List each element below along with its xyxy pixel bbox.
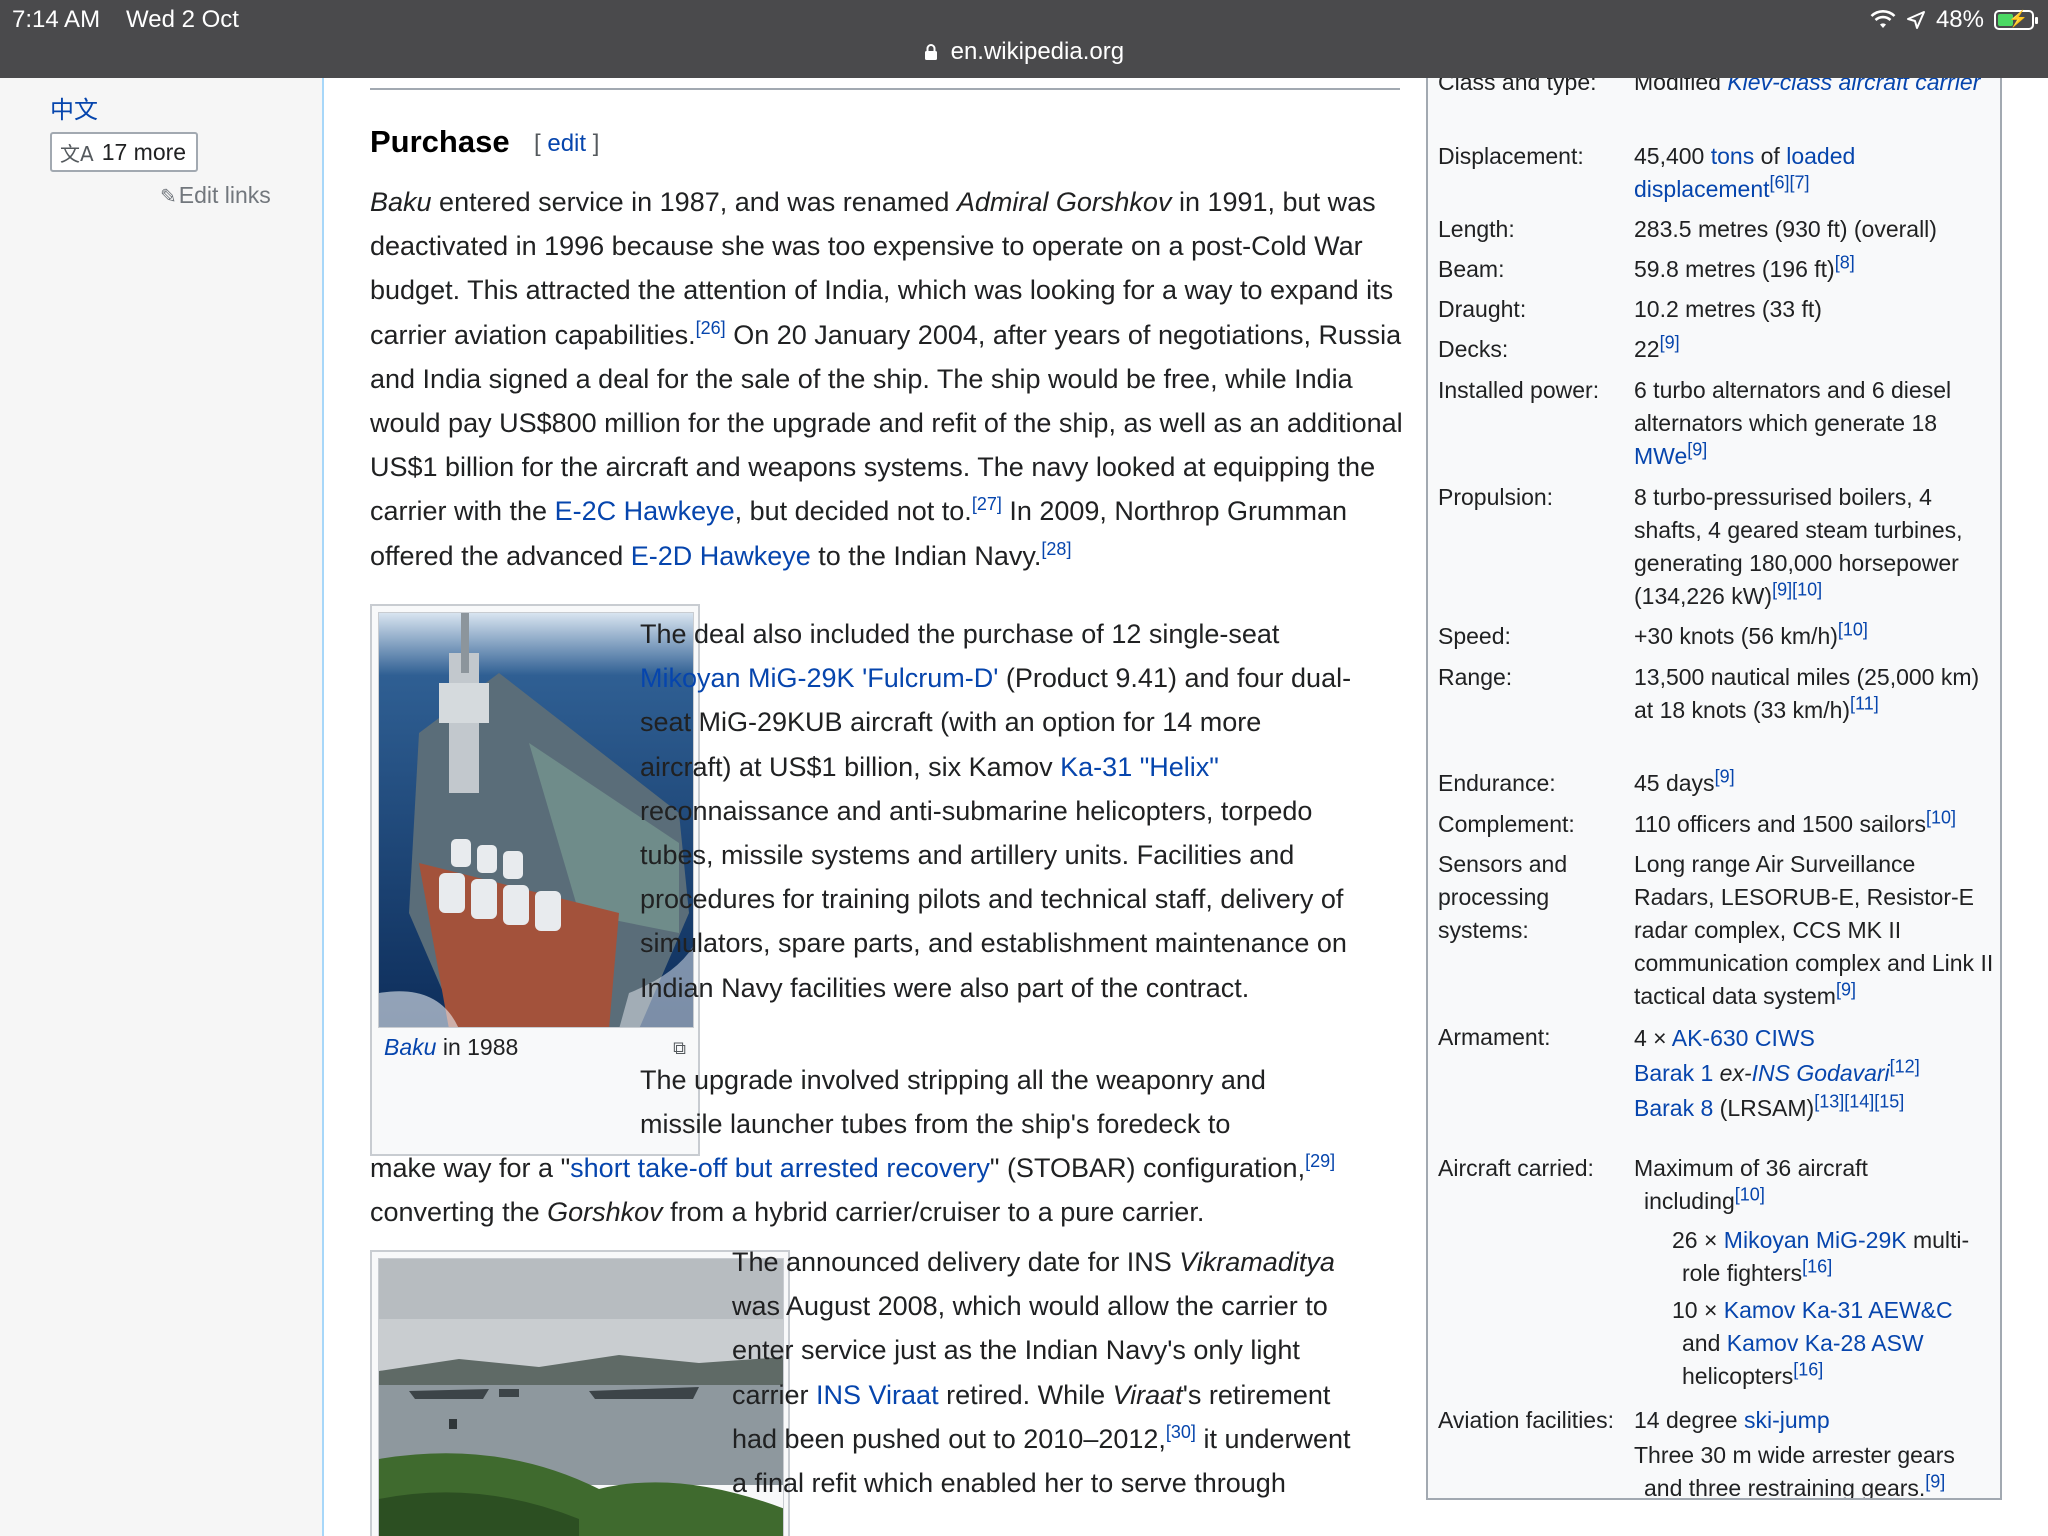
article-content: Purchase [ edit ] Baku entered service i… (326, 78, 1426, 1536)
link-ka-31[interactable]: Ka-31 "Helix" (1060, 752, 1219, 782)
citation-9-10[interactable]: [9][10] (1772, 579, 1822, 599)
link-ka-28-asw[interactable]: Kamov Ka-28 ASW (1727, 1330, 1924, 1356)
citation-12[interactable]: [12] (1890, 1056, 1920, 1076)
citation-9[interactable]: [9] (1687, 439, 1707, 459)
link-ak-630[interactable]: AK-630 CIWS (1672, 1025, 1815, 1051)
citation-9[interactable]: [9] (1660, 332, 1680, 352)
citation-26[interactable]: [26] (696, 318, 726, 338)
lock-icon (924, 44, 937, 60)
section-heading: Purchase (370, 124, 510, 159)
citation-16[interactable]: [16] (1802, 1256, 1832, 1276)
section-divider (370, 88, 1400, 90)
link-ka-31-aewc[interactable]: Kamov Ka-31 AEW&C (1724, 1297, 1953, 1323)
link-stobar[interactable]: short take-off but arrested recovery (570, 1153, 990, 1183)
link-mwe[interactable]: MWe (1634, 443, 1687, 469)
edit-section-link[interactable]: edit (547, 130, 586, 157)
citation-10[interactable]: [10] (1926, 807, 1956, 827)
citation-28[interactable]: [28] (1041, 539, 1071, 559)
link-ski-jump[interactable]: ski-jump (1744, 1407, 1830, 1433)
citation-10[interactable]: [10] (1838, 619, 1868, 639)
citation-9[interactable]: [9] (1925, 1471, 1945, 1491)
citation-30[interactable]: [30] (1166, 1422, 1196, 1442)
citation-11[interactable]: [11] (1850, 693, 1879, 713)
edit-links-link[interactable]: ✎Edit links (160, 182, 271, 209)
battery-percent: 48% (1935, 6, 1984, 33)
more-languages-button[interactable]: 文A 17 more (50, 132, 198, 172)
translate-icon: 文A (60, 141, 94, 166)
caption-link-baku[interactable]: Baku (384, 1034, 436, 1060)
sidebar: 中文 文A 17 more ✎Edit links (0, 78, 324, 1536)
wifi-icon (1870, 10, 1896, 28)
url-text: en.wikipedia.org (950, 38, 1125, 65)
location-arrow-icon (1906, 11, 1925, 29)
address-bar[interactable]: en.wikipedia.org (0, 38, 2048, 66)
status-time: 7:14 AM (12, 6, 101, 33)
link-mig-29k-infobox[interactable]: Mikoyan MiG-29K (1724, 1227, 1907, 1253)
paragraph-3: The upgrade involved stripping all the w… (640, 1065, 1266, 1140)
citation-8[interactable]: [8] (1835, 252, 1855, 272)
link-mig-29k[interactable]: Mikoyan MiG-29K 'Fulcrum-D' (640, 663, 998, 693)
paragraph-2: The deal also included the purchase of 1… (640, 619, 1352, 1003)
charging-bolt-icon: ⚡ (2008, 11, 2028, 28)
link-tons[interactable]: tons (1711, 143, 1754, 169)
browser-top-bar: 7:14 AM Wed 2 Oct 48% ⚡ en.wikipedia.org (0, 0, 2048, 78)
citation-6-7[interactable]: [6][7] (1770, 172, 1810, 192)
section-edit: [ edit ] (534, 130, 600, 157)
more-languages-label: 17 more (101, 138, 187, 165)
language-link-chinese[interactable]: 中文 (50, 90, 98, 125)
link-e2d-hawkeye[interactable]: E-2D Hawkeye (631, 541, 811, 571)
paragraph-3-continued: make way for a "short take-off but arres… (370, 1151, 1336, 1228)
paragraph-1: Baku entered service in 1987, and was re… (370, 187, 1403, 571)
link-barak-8[interactable]: Barak 8 (1634, 1095, 1713, 1121)
link-kiev-class[interactable]: Kiev-class aircraft carrier (1727, 78, 1980, 95)
status-icons: 48% ⚡ (1870, 6, 2038, 34)
edit-links-label: Edit links (178, 182, 271, 208)
link-ins-viraat[interactable]: INS Viraat (816, 1380, 939, 1410)
citation-27[interactable]: [27] (972, 494, 1002, 514)
thumbnail-caption: Baku in 1988 (384, 1034, 519, 1060)
harbour-photo[interactable] (378, 1258, 784, 1536)
citation-9[interactable]: [9] (1836, 979, 1856, 999)
status-date: Wed 2 Oct (126, 6, 239, 33)
thumbnail-harbour (370, 1250, 790, 1536)
link-barak-1[interactable]: Barak 1 (1634, 1060, 1713, 1086)
citation-13-14-15[interactable]: [13][14][15] (1814, 1091, 1904, 1111)
link-ins-godavari[interactable]: INS Godavari (1752, 1060, 1890, 1086)
citation-10[interactable]: [10] (1735, 1184, 1765, 1204)
link-e2c-hawkeye[interactable]: E-2C Hawkeye (555, 496, 735, 526)
citation-29[interactable]: [29] (1305, 1151, 1335, 1171)
citation-16[interactable]: [16] (1793, 1359, 1823, 1379)
pencil-icon: ✎ (160, 186, 177, 208)
enlarge-icon[interactable]: ⧉ (673, 1038, 686, 1059)
paragraph-4: The announced delivery date for INS Vikr… (732, 1247, 1351, 1499)
infobox: Class and type: Modified Kiev-class airc… (1426, 78, 2002, 1500)
citation-9[interactable]: [9] (1715, 766, 1735, 786)
battery-icon: ⚡ (1994, 10, 2038, 30)
